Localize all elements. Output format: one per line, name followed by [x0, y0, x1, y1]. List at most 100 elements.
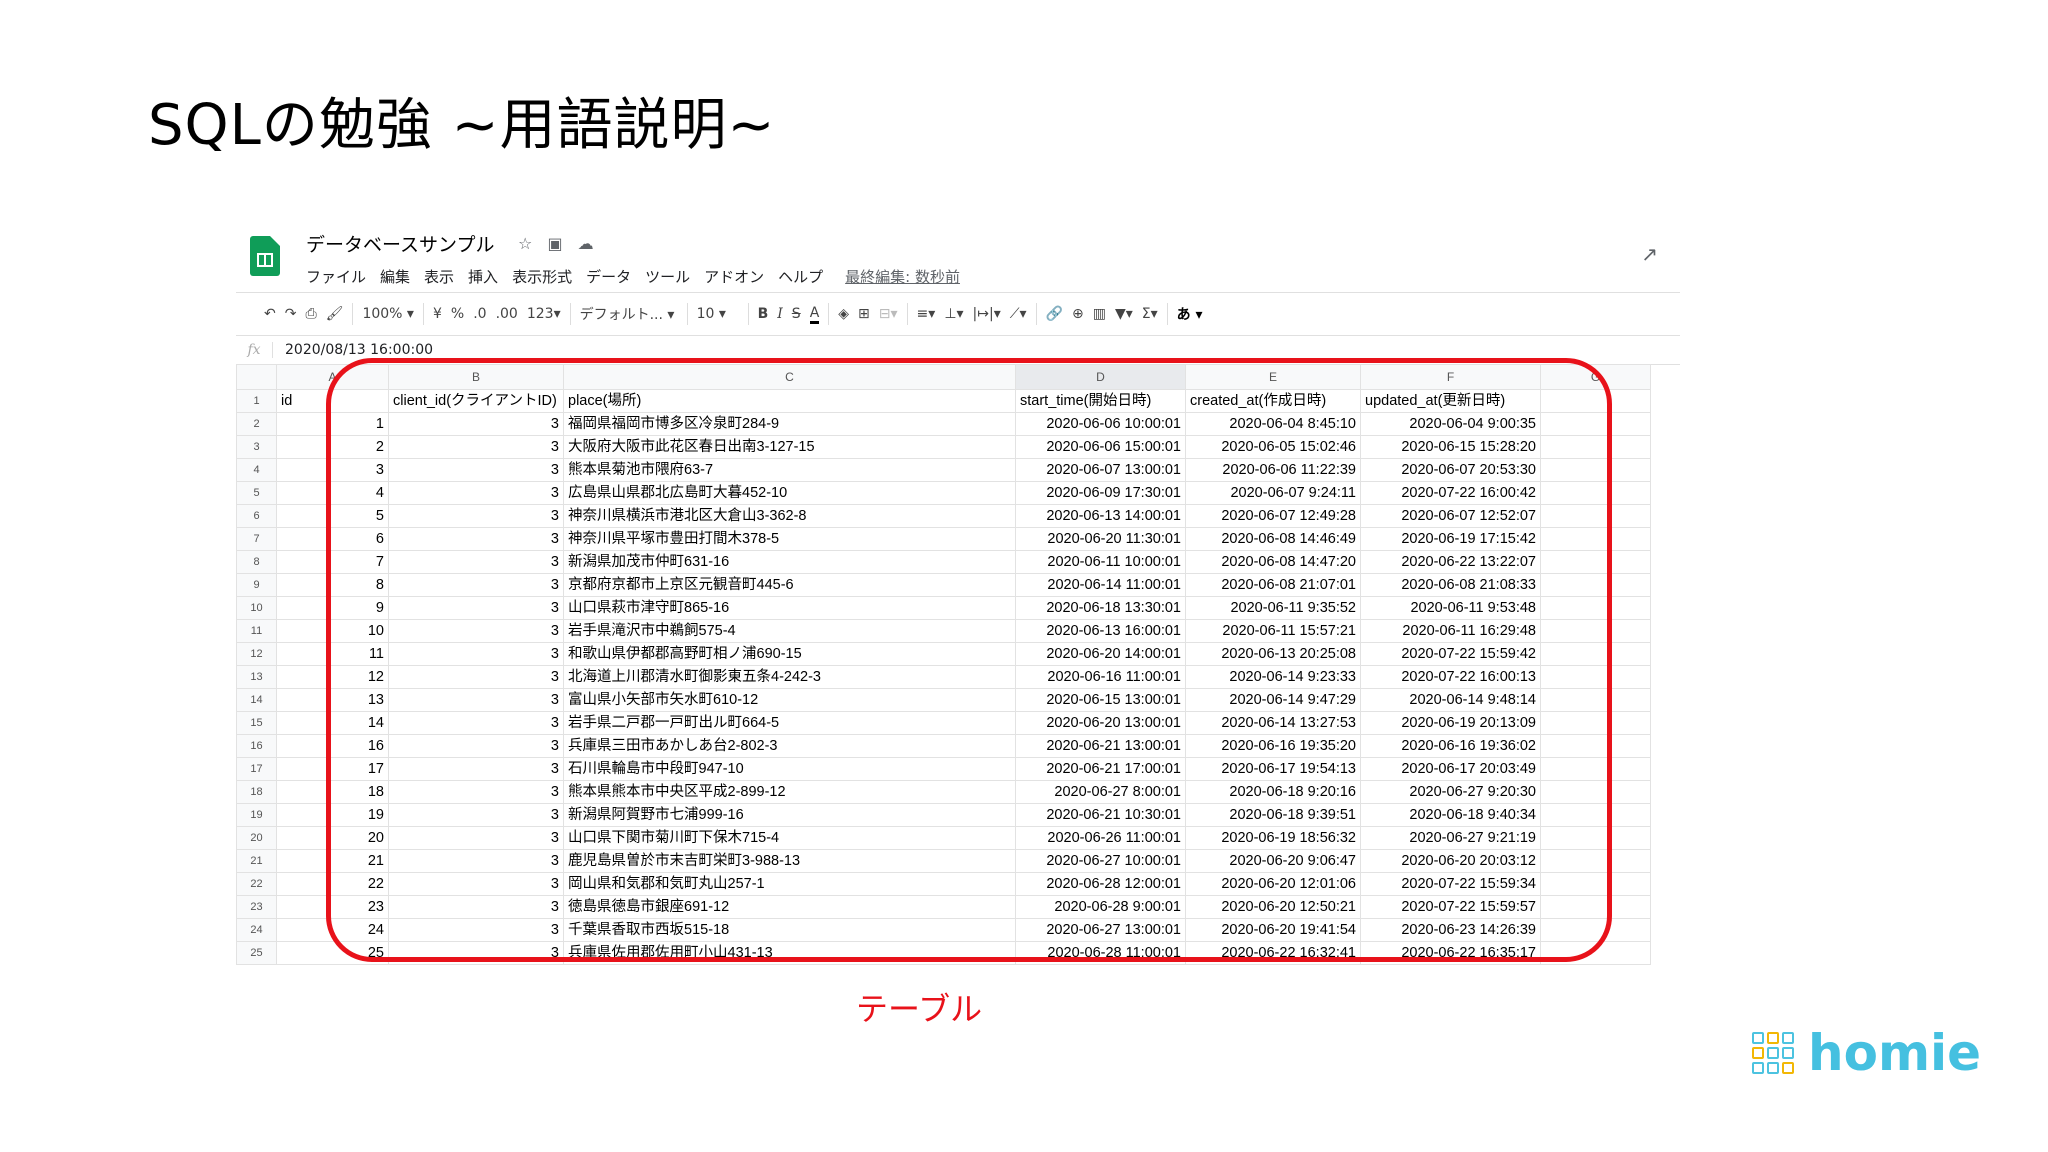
table-cell[interactable]: 和歌山県伊都郡高野町相ノ浦690-15	[563, 642, 1016, 666]
table-cell[interactable]: 2020-06-14 9:48:14	[1360, 688, 1541, 712]
table-cell[interactable]: 2020-06-07 12:49:28	[1185, 504, 1361, 528]
table-cell[interactable]: 2020-06-19 17:15:42	[1360, 527, 1541, 551]
table-cell[interactable]: 3	[388, 458, 564, 482]
column-header[interactable]: G	[1540, 364, 1651, 390]
table-cell[interactable]: 2020-06-08 14:46:49	[1185, 527, 1361, 551]
table-cell[interactable]: 2020-06-11 15:57:21	[1185, 619, 1361, 643]
percent-format-button[interactable]: %	[451, 306, 464, 322]
table-cell[interactable]: 新潟県阿賀野市七浦999-16	[563, 803, 1016, 827]
table-cell[interactable]: 2020-06-04 8:45:10	[1185, 412, 1361, 436]
table-cell[interactable]: 2020-06-21 13:00:01	[1015, 734, 1186, 758]
table-cell[interactable]: 2020-06-13 14:00:01	[1015, 504, 1186, 528]
table-cell[interactable]: 岩手県滝沢市中鵜飼575-4	[563, 619, 1016, 643]
row-number[interactable]: 7	[236, 527, 277, 551]
table-cell[interactable]: 2020-06-28 11:00:01	[1015, 941, 1186, 965]
table-cell[interactable]: 2020-06-07 9:24:11	[1185, 481, 1361, 505]
table-cell[interactable]: 7	[276, 550, 389, 574]
table-cell[interactable]: 19	[276, 803, 389, 827]
table-cell[interactable]: 2020-06-20 12:01:06	[1185, 872, 1361, 896]
table-cell[interactable]: 2020-06-06 15:00:01	[1015, 435, 1186, 459]
empty-cell[interactable]	[1540, 458, 1651, 482]
table-cell[interactable]: 2020-06-27 13:00:01	[1015, 918, 1186, 942]
menu-help[interactable]: ヘルプ	[778, 266, 823, 287]
table-cell[interactable]: 山口県萩市津守町865-16	[563, 596, 1016, 620]
column-header[interactable]: D	[1015, 364, 1186, 390]
table-cell[interactable]: 2020-06-18 9:40:34	[1360, 803, 1541, 827]
text-rotate-icon[interactable]: ⟋▾	[1010, 306, 1027, 322]
table-cell[interactable]: 2020-07-22 15:59:34	[1360, 872, 1541, 896]
menu-addons[interactable]: アドオン	[704, 266, 764, 287]
bold-button[interactable]: B	[758, 306, 769, 322]
table-cell[interactable]: 2020-06-23 14:26:39	[1360, 918, 1541, 942]
empty-cell[interactable]	[1540, 918, 1651, 942]
table-cell[interactable]: 3	[388, 803, 564, 827]
table-cell[interactable]: 3	[388, 412, 564, 436]
row-number[interactable]: 19	[236, 803, 277, 827]
table-cell[interactable]: 熊本県熊本市中央区平成2-899-12	[563, 780, 1016, 804]
table-cell[interactable]: 3	[388, 550, 564, 574]
row-number[interactable]: 16	[236, 734, 277, 758]
row-number[interactable]: 1	[236, 389, 277, 413]
empty-cell[interactable]	[1540, 780, 1651, 804]
table-cell[interactable]: 23	[276, 895, 389, 919]
horizontal-align-icon[interactable]: ≡▾	[917, 306, 936, 322]
row-number[interactable]: 14	[236, 688, 277, 712]
table-cell[interactable]: 2	[276, 435, 389, 459]
print-icon[interactable]: ⎙	[305, 306, 316, 322]
redo-icon[interactable]: ↷	[285, 306, 297, 322]
row-number[interactable]: 22	[236, 872, 277, 896]
decrease-decimal-button[interactable]: .0	[473, 306, 486, 322]
empty-cell[interactable]	[1540, 688, 1651, 712]
table-cell[interactable]: 2020-06-27 9:21:19	[1360, 826, 1541, 850]
table-cell[interactable]: 3	[388, 918, 564, 942]
menu-edit[interactable]: 編集	[380, 266, 410, 287]
table-cell[interactable]: 3	[388, 504, 564, 528]
empty-cell[interactable]	[1540, 895, 1651, 919]
table-cell[interactable]: 5	[276, 504, 389, 528]
table-cell[interactable]: 神奈川県横浜市港北区大倉山3-362-8	[563, 504, 1016, 528]
row-number[interactable]: 6	[236, 504, 277, 528]
empty-cell[interactable]	[1540, 435, 1651, 459]
table-cell[interactable]: 2020-06-27 9:20:30	[1360, 780, 1541, 804]
menu-insert[interactable]: 挿入	[468, 266, 498, 287]
row-number[interactable]: 15	[236, 711, 277, 735]
table-cell[interactable]: 京都府京都市上京区元観音町445-6	[563, 573, 1016, 597]
empty-cell[interactable]	[1540, 665, 1651, 689]
table-cell[interactable]: 2020-06-14 9:47:29	[1185, 688, 1361, 712]
row-number[interactable]: 13	[236, 665, 277, 689]
row-number[interactable]: 10	[236, 596, 277, 620]
table-cell[interactable]: 富山県小矢部市矢水町610-12	[563, 688, 1016, 712]
table-cell[interactable]: 25	[276, 941, 389, 965]
row-number[interactable]: 5	[236, 481, 277, 505]
fill-color-icon[interactable]: ◈	[838, 306, 849, 322]
table-cell[interactable]: 2020-06-13 20:25:08	[1185, 642, 1361, 666]
table-cell[interactable]: 新潟県加茂市仲町631-16	[563, 550, 1016, 574]
table-cell[interactable]: 13	[276, 688, 389, 712]
table-cell[interactable]: 2020-06-14 11:00:01	[1015, 573, 1186, 597]
text-color-button[interactable]: A	[809, 305, 820, 324]
table-cell[interactable]: 21	[276, 849, 389, 873]
table-cell[interactable]: 2020-06-09 17:30:01	[1015, 481, 1186, 505]
document-title[interactable]: データベースサンプル	[306, 230, 494, 257]
table-cell[interactable]: 1	[276, 412, 389, 436]
insert-comment-icon[interactable]: ⊕	[1072, 306, 1084, 322]
menu-file[interactable]: ファイル	[306, 266, 366, 287]
menu-view[interactable]: 表示	[424, 266, 454, 287]
table-cell[interactable]: 2020-07-22 15:59:57	[1360, 895, 1541, 919]
table-cell[interactable]: 2020-06-16 11:00:01	[1015, 665, 1186, 689]
menu-format[interactable]: 表示形式	[512, 266, 572, 287]
table-cell[interactable]: 2020-06-08 21:08:33	[1360, 573, 1541, 597]
table-cell[interactable]: 17	[276, 757, 389, 781]
table-cell[interactable]: 2020-06-27 10:00:01	[1015, 849, 1186, 873]
table-cell[interactable]: 山口県下関市菊川町下保木715-4	[563, 826, 1016, 850]
insert-link-icon[interactable]: 🔗	[1046, 306, 1063, 322]
insert-chart-icon[interactable]: ▥	[1093, 306, 1106, 322]
table-cell[interactable]: 福岡県福岡市博多区冷泉町284-9	[563, 412, 1016, 436]
table-cell[interactable]: 2020-06-26 11:00:01	[1015, 826, 1186, 850]
row-number[interactable]: 11	[236, 619, 277, 643]
empty-cell[interactable]	[1540, 642, 1651, 666]
activity-trend-icon[interactable]: ↗	[1641, 242, 1658, 266]
zoom-select[interactable]: 100% ▾	[362, 306, 414, 322]
table-cell[interactable]: 2020-06-06 11:22:39	[1185, 458, 1361, 482]
table-cell[interactable]: 3	[388, 826, 564, 850]
